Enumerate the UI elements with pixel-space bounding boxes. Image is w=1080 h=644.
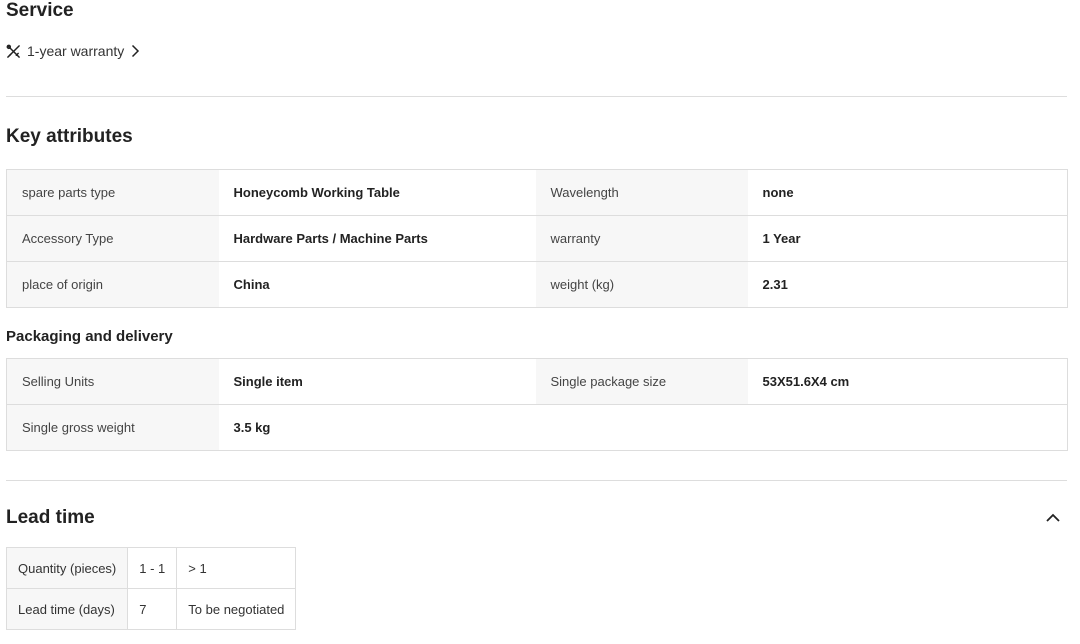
table-row: Quantity (pieces) 1 - 1 > 1 <box>5 547 297 589</box>
attribute-value: Single item <box>218 358 536 405</box>
key-attributes-table: spare parts type Honeycomb Working Table… <box>6 169 1068 308</box>
attribute-value: Hardware Parts / Machine Parts <box>218 215 536 262</box>
table-row: Selling Units Single item Single package… <box>6 358 1068 405</box>
table-row: Single gross weight 3.5 kg <box>6 404 1068 451</box>
attribute-key: Single gross weight <box>6 404 219 451</box>
lead-header-cell: > 1 <box>176 547 297 589</box>
table-row: Lead time (days) 7 To be negotiated <box>5 588 297 630</box>
lead-header-cell: 1 - 1 <box>127 547 178 589</box>
lead-time-heading: Lead time <box>6 507 95 528</box>
attribute-value: 2.31 <box>747 261 1068 308</box>
empty-cell <box>747 404 1068 451</box>
service-heading: Service <box>6 0 74 21</box>
attribute-key: place of origin <box>6 261 219 308</box>
packaging-table: Selling Units Single item Single package… <box>6 358 1068 451</box>
table-row: place of origin China weight (kg) 2.31 <box>6 261 1068 308</box>
packaging-heading: Packaging and delivery <box>6 328 173 345</box>
attribute-value: 1 Year <box>747 215 1068 262</box>
attribute-key: warranty <box>535 215 748 262</box>
divider <box>6 96 1067 97</box>
lead-row-cell: 7 <box>127 588 178 630</box>
key-attributes-heading: Key attributes <box>6 126 133 147</box>
lead-row-label: Lead time (days) <box>5 588 129 630</box>
attribute-value: 3.5 kg <box>218 404 536 451</box>
lead-time-table: Quantity (pieces) 1 - 1 > 1 Lead time (d… <box>5 547 297 630</box>
attribute-key: Wavelength <box>535 169 748 216</box>
table-row: Accessory Type Hardware Parts / Machine … <box>6 215 1068 262</box>
attribute-value: none <box>747 169 1068 216</box>
divider <box>6 480 1067 481</box>
chevron-up-icon <box>1043 513 1063 531</box>
attribute-key: spare parts type <box>6 169 219 216</box>
attribute-value: China <box>218 261 536 308</box>
attribute-key: weight (kg) <box>535 261 748 308</box>
collapse-button[interactable] <box>1043 509 1065 529</box>
attribute-key: Accessory Type <box>6 215 219 262</box>
attribute-key: Selling Units <box>6 358 219 405</box>
chevron-right-icon <box>130 44 140 58</box>
warranty-link[interactable]: 1-year warranty <box>6 43 140 59</box>
attribute-key: Single package size <box>535 358 748 405</box>
lead-row-cell: To be negotiated <box>176 588 297 630</box>
tools-icon <box>6 44 21 59</box>
warranty-link-label: 1-year warranty <box>27 43 125 59</box>
empty-cell <box>535 404 748 451</box>
attribute-value: 53X51.6X4 cm <box>747 358 1068 405</box>
table-row: spare parts type Honeycomb Working Table… <box>6 169 1068 216</box>
attribute-value: Honeycomb Working Table <box>218 169 536 216</box>
lead-header-label: Quantity (pieces) <box>5 547 129 589</box>
